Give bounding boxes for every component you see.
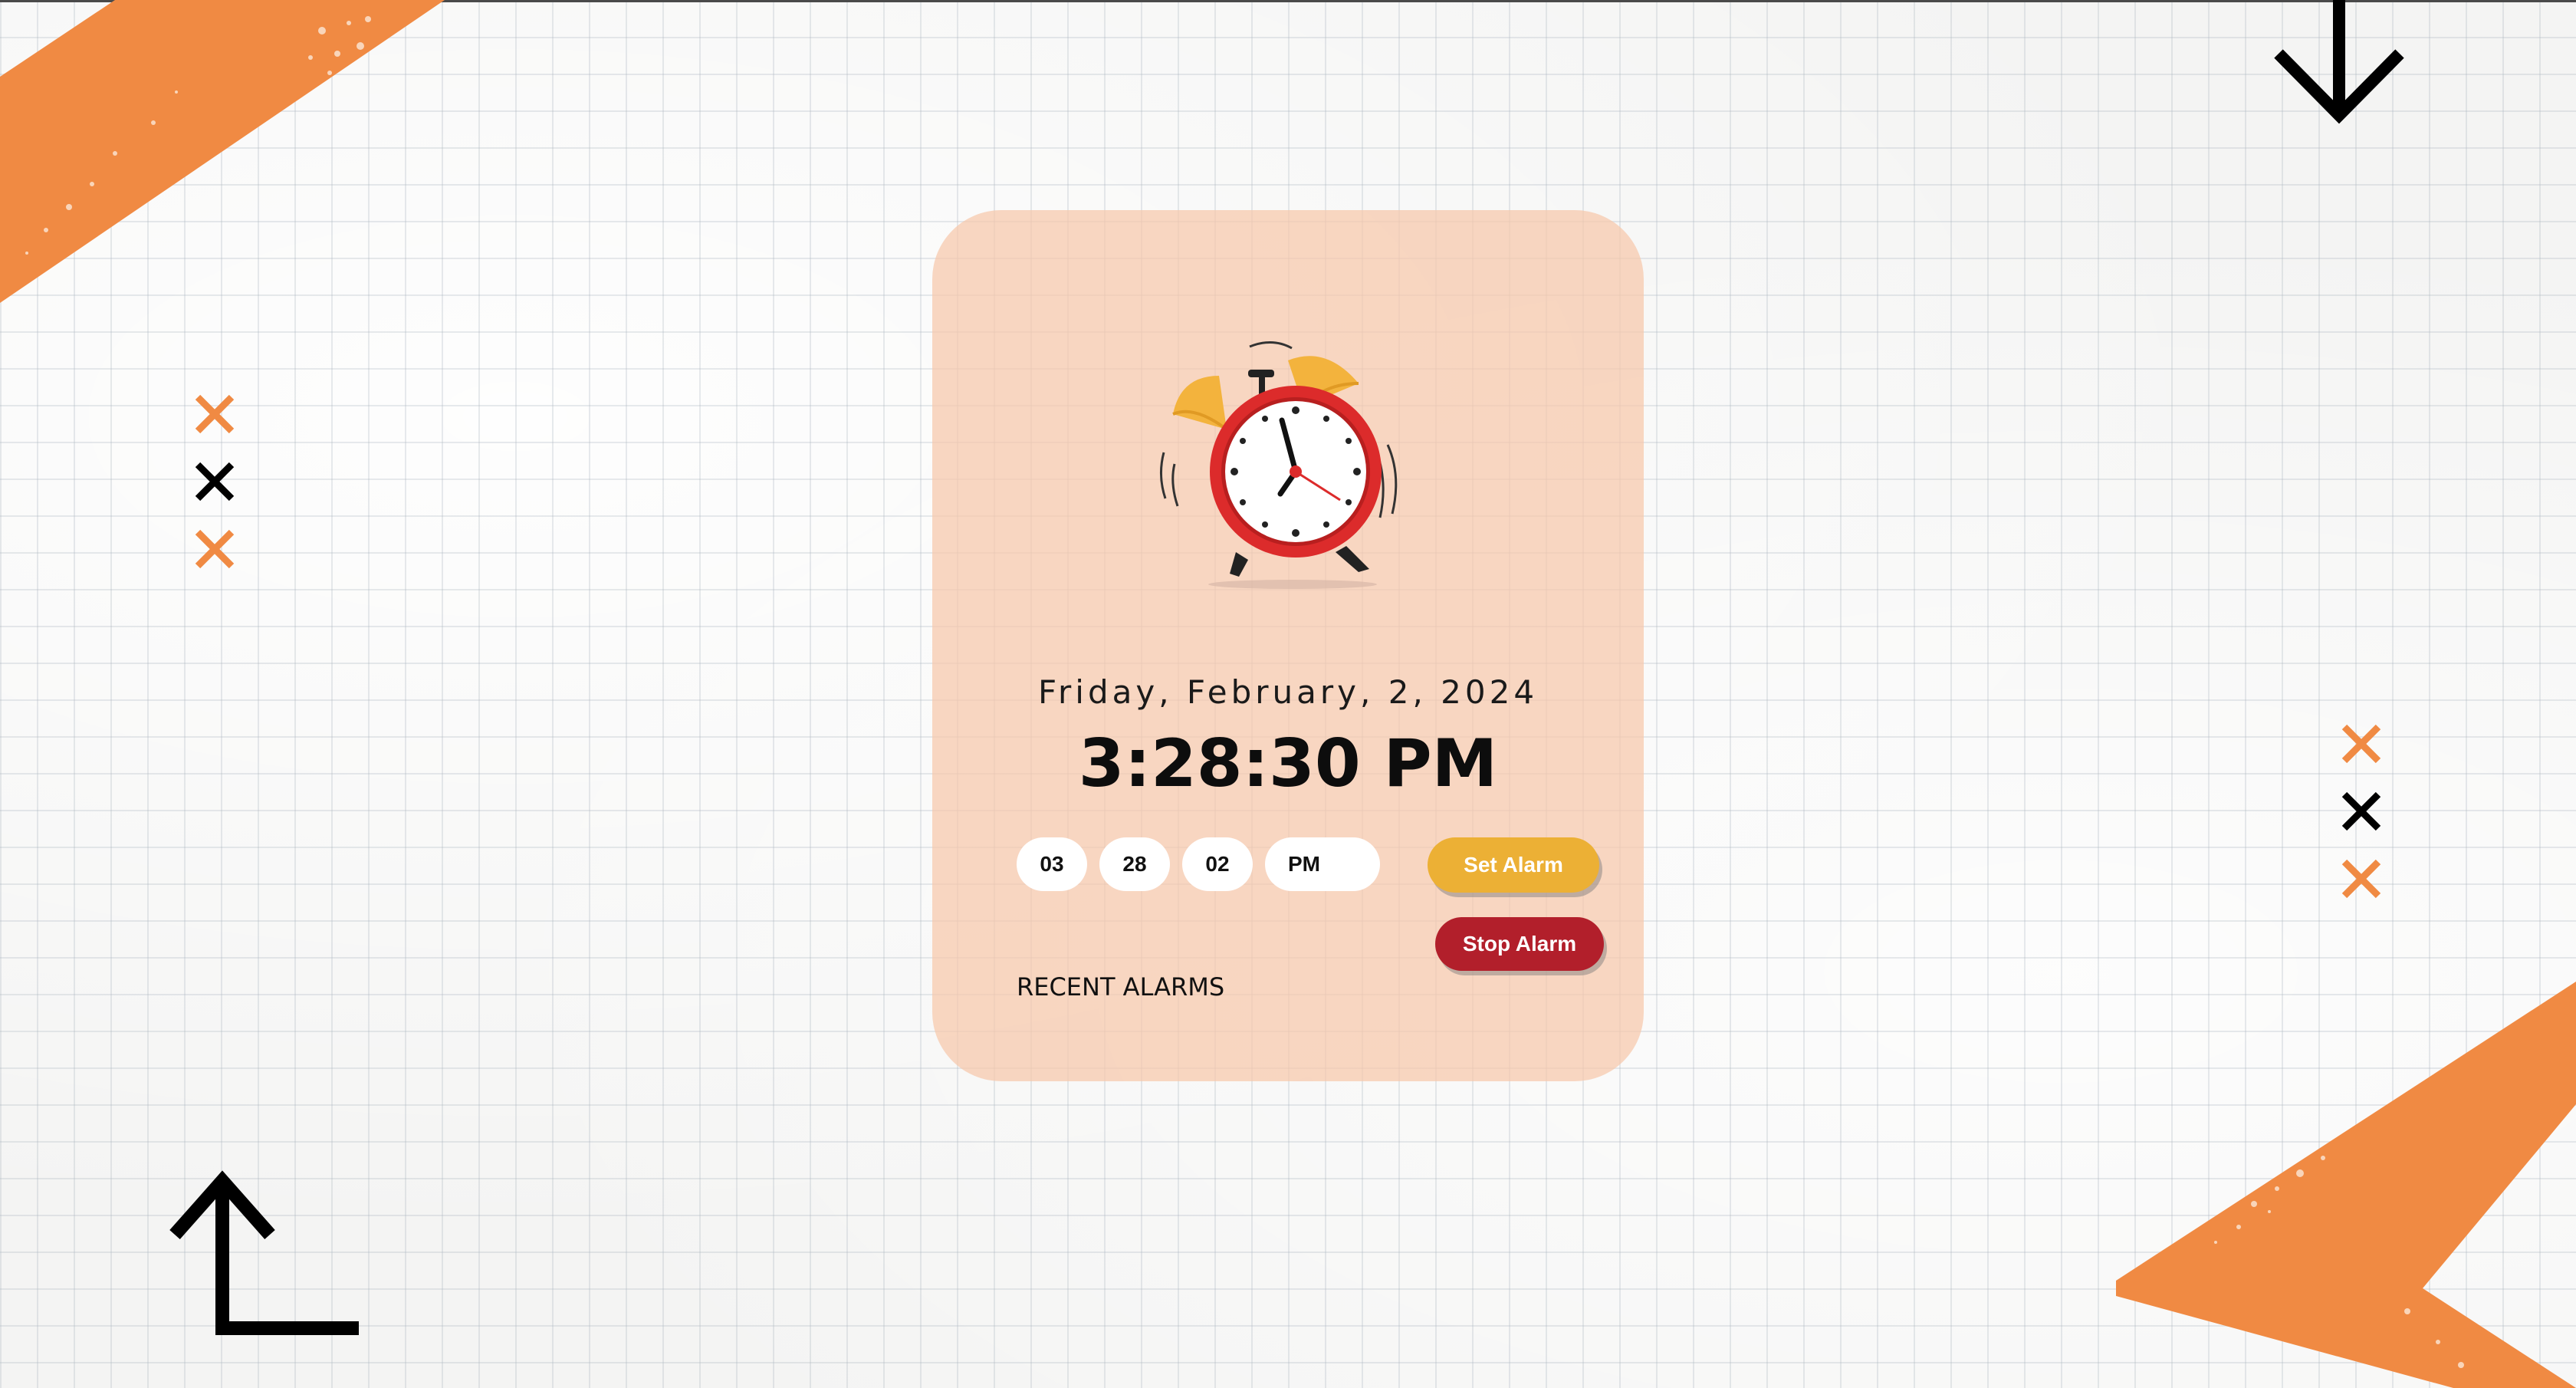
x-mark-icon [2341,859,2381,899]
current-date: Friday, February, 2, 2024 [1037,673,1539,711]
x-marks-left [195,394,235,569]
stop-alarm-button[interactable]: Stop Alarm [1435,917,1604,971]
set-alarm-button[interactable]: Set Alarm [1428,837,1599,893]
orange-stripe-bottom-right [2116,982,2576,1388]
x-mark-icon [2341,791,2381,831]
second-input[interactable]: 02 [1182,837,1253,891]
hour-input[interactable]: 03 [1017,837,1087,891]
alarm-clock-illustration [1160,341,1398,589]
x-mark-icon [2341,724,2381,764]
x-marks-right [2341,724,2381,899]
x-mark-icon [195,529,235,569]
orange-stripe-top-left [0,0,445,303]
current-time: 3:28:30 PM [1078,725,1498,802]
corner-arrow-icon [169,1170,359,1335]
x-mark-icon [195,462,235,502]
minute-input[interactable]: 28 [1099,837,1170,891]
am-pm-select[interactable]: PM [1265,837,1380,891]
arrow-down-icon [2274,0,2404,124]
x-mark-icon [195,394,235,434]
recent-alarms-heading: RECENT ALARMS [1017,972,1225,1002]
